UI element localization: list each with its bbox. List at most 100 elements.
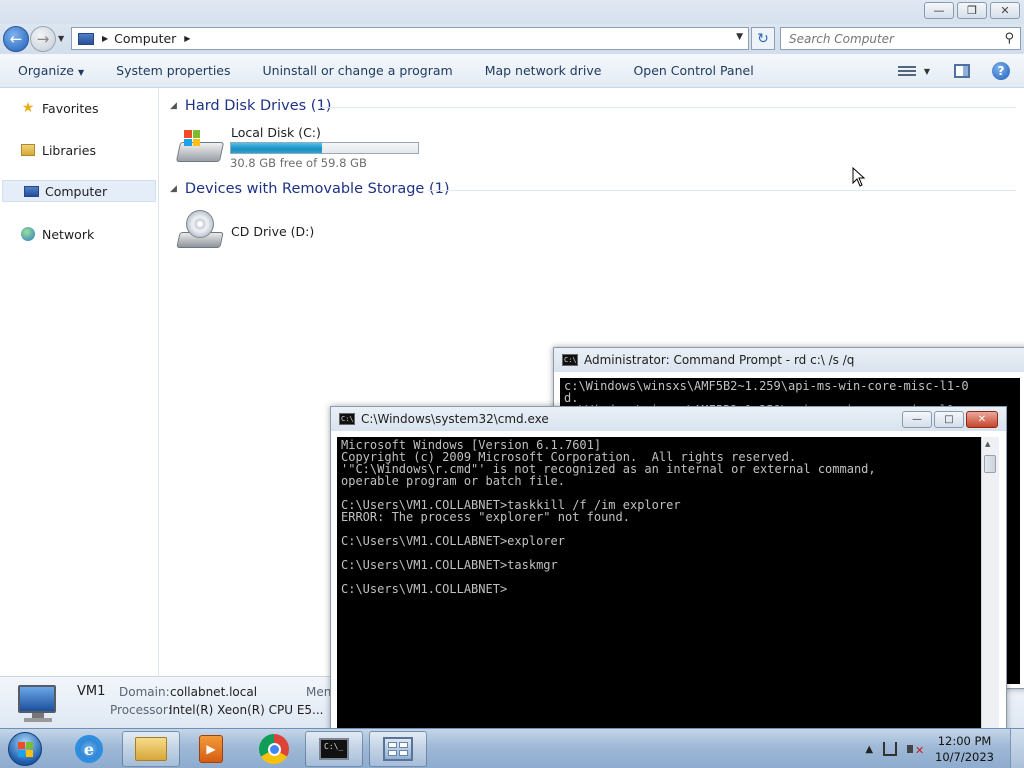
explorer-caption-buttons: — ❐ ✕ [924, 2, 1020, 19]
help-icon[interactable]: ? [992, 62, 1010, 80]
address-row: ← → ▼ ▶ Computer ▶ ▼ ↻ ⚲ [0, 24, 1024, 54]
sidebar-item-network[interactable]: Network [0, 223, 157, 245]
forward-arrow-icon: → [36, 30, 50, 48]
view-options-dropdown[interactable]: ▼ [924, 67, 930, 76]
hard-disk-icon [175, 128, 225, 168]
search-box[interactable]: ⚲ [780, 27, 1021, 50]
organize-button[interactable]: Organize ▼ [18, 63, 98, 78]
search-input[interactable] [789, 31, 989, 46]
group-header-removable[interactable]: ◢ Devices with Removable Storage (1) [170, 181, 450, 197]
cmd-window[interactable]: C:\ C:\Windows\system32\cmd.exe — □ ✕ Mi… [330, 406, 1007, 734]
close-icon: ✕ [1000, 4, 1010, 17]
sidebar-item-favorites[interactable]: ★ Favorites [0, 97, 157, 119]
uninstall-program-button[interactable]: Uninstall or change a program [263, 63, 467, 78]
system-tray: ▲ ✕ 12:00 PM 10/7/2023 [865, 729, 1024, 768]
collapse-triangle-icon[interactable]: ◢ [170, 101, 177, 111]
media-player-icon: ▶ [199, 735, 223, 763]
clock-time: 12:00 PM [937, 734, 992, 748]
minimize-icon: — [912, 414, 922, 425]
processor-label: Processor: [110, 703, 172, 717]
library-icon [20, 142, 36, 158]
show-desktop-button[interactable] [1010, 729, 1024, 768]
drive-item-d[interactable]: CD Drive (D:) [176, 208, 376, 256]
cmd-caption-buttons: — □ ✕ [902, 411, 998, 428]
star-icon: ★ [21, 100, 35, 116]
taskbar-media-player[interactable]: ▶ [182, 731, 240, 767]
command-bar-right: ▼ ? [897, 54, 1024, 88]
drive-item-c[interactable]: Local Disk (C:) 30.8 GB free of 59.8 GB [175, 124, 426, 172]
sidebar-item-computer[interactable]: Computer [2, 180, 156, 202]
forward-button[interactable]: → [30, 26, 56, 52]
admin-console-title: Administrator: Command Prompt - rd c:\ /… [584, 353, 855, 367]
folder-icon [135, 737, 167, 761]
close-button[interactable]: ✕ [990, 2, 1020, 19]
taskbar-windows-explorer[interactable] [122, 731, 180, 767]
admin-console-titlebar[interactable]: C:\ Administrator: Command Prompt - rd c… [554, 348, 1024, 372]
volume-muted-icon[interactable]: ✕ [907, 742, 924, 757]
memory-label: Men [306, 685, 332, 699]
open-control-panel-button[interactable]: Open Control Panel [633, 63, 767, 78]
preview-pane-icon[interactable] [954, 64, 970, 78]
show-hidden-icons-chevron-icon[interactable]: ▲ [865, 744, 873, 755]
taskbar-chrome[interactable] [245, 731, 303, 767]
domain-value: collabnet.local [170, 685, 258, 699]
mouse-cursor-icon [852, 167, 866, 187]
refresh-icon: ↻ [757, 30, 769, 47]
chrome-icon [259, 734, 289, 764]
computer-icon [23, 183, 39, 199]
group-divider [320, 107, 1016, 108]
sidebar-item-label: Libraries [42, 142, 96, 158]
disk-usage-bar [230, 142, 419, 154]
group-header-hard-disks[interactable]: ◢ Hard Disk Drives (1) [170, 98, 331, 114]
maximize-icon: □ [944, 414, 954, 425]
navigation-pane: ★ Favorites Libraries Computer Network [0, 88, 159, 676]
internet-explorer-icon: e [75, 735, 103, 763]
console-icon: C:\ [339, 413, 355, 425]
minimize-icon: — [933, 4, 945, 17]
change-view-icon[interactable] [897, 63, 916, 79]
drive-name: CD Drive (D:) [231, 224, 315, 239]
monitor-icon [18, 685, 62, 723]
restore-icon: ❐ [967, 4, 977, 17]
address-dropdown-icon[interactable]: ▼ [736, 32, 743, 42]
scroll-up-icon[interactable]: ▲ [985, 440, 990, 448]
clock[interactable]: 12:00 PM 10/7/2023 [935, 733, 994, 765]
task-manager-icon [383, 737, 413, 761]
search-icon[interactable]: ⚲ [1004, 31, 1014, 46]
sidebar-item-label: Favorites [42, 100, 99, 116]
restore-button[interactable]: ❐ [957, 2, 987, 19]
collapse-triangle-icon[interactable]: ◢ [170, 184, 177, 194]
address-bar[interactable]: ▶ Computer ▶ ▼ [71, 27, 749, 50]
recent-pages-dropdown[interactable]: ▼ [58, 34, 64, 43]
cmd-maximize-button[interactable]: □ [934, 411, 964, 428]
taskbar-internet-explorer[interactable]: e [60, 731, 118, 767]
network-status-icon[interactable] [883, 742, 898, 756]
drive-name: Local Disk (C:) [231, 125, 321, 140]
breadcrumb-separator-icon[interactable]: ▶ [102, 34, 108, 43]
refresh-button[interactable]: ↻ [751, 27, 775, 50]
breadcrumb-computer[interactable]: Computer [114, 31, 176, 46]
sidebar-item-libraries[interactable]: Libraries [0, 139, 157, 161]
group-divider [428, 190, 1016, 191]
computer-name: VM1 [77, 684, 106, 699]
breadcrumb-chevron-icon[interactable]: ▶ [184, 34, 190, 43]
taskbar-task-manager[interactable] [369, 731, 427, 767]
explorer-titlebar[interactable]: — ❐ ✕ [0, 0, 1024, 24]
cd-drive-icon [176, 210, 224, 250]
minimize-button[interactable]: — [924, 2, 954, 19]
cmd-close-button[interactable]: ✕ [966, 411, 998, 428]
close-icon: ✕ [977, 414, 987, 425]
scrollbar-thumb[interactable] [984, 455, 996, 473]
cmd-scrollbar[interactable]: ▲ [981, 437, 999, 733]
cmd-output[interactable]: Microsoft Windows [Version 6.1.7601] Cop… [337, 437, 981, 733]
back-arrow-icon: ← [9, 30, 23, 48]
console-icon: C:\ [562, 354, 578, 366]
taskbar-command-prompt[interactable]: C:\_ [305, 731, 363, 767]
system-properties-button[interactable]: System properties [116, 63, 244, 78]
disk-usage-fill [231, 143, 322, 153]
drive-free-space: 30.8 GB free of 59.8 GB [230, 156, 367, 170]
back-button[interactable]: ← [3, 26, 29, 52]
cmd-minimize-button[interactable]: — [902, 411, 932, 428]
map-network-drive-button[interactable]: Map network drive [485, 63, 616, 78]
start-button[interactable] [3, 729, 47, 768]
